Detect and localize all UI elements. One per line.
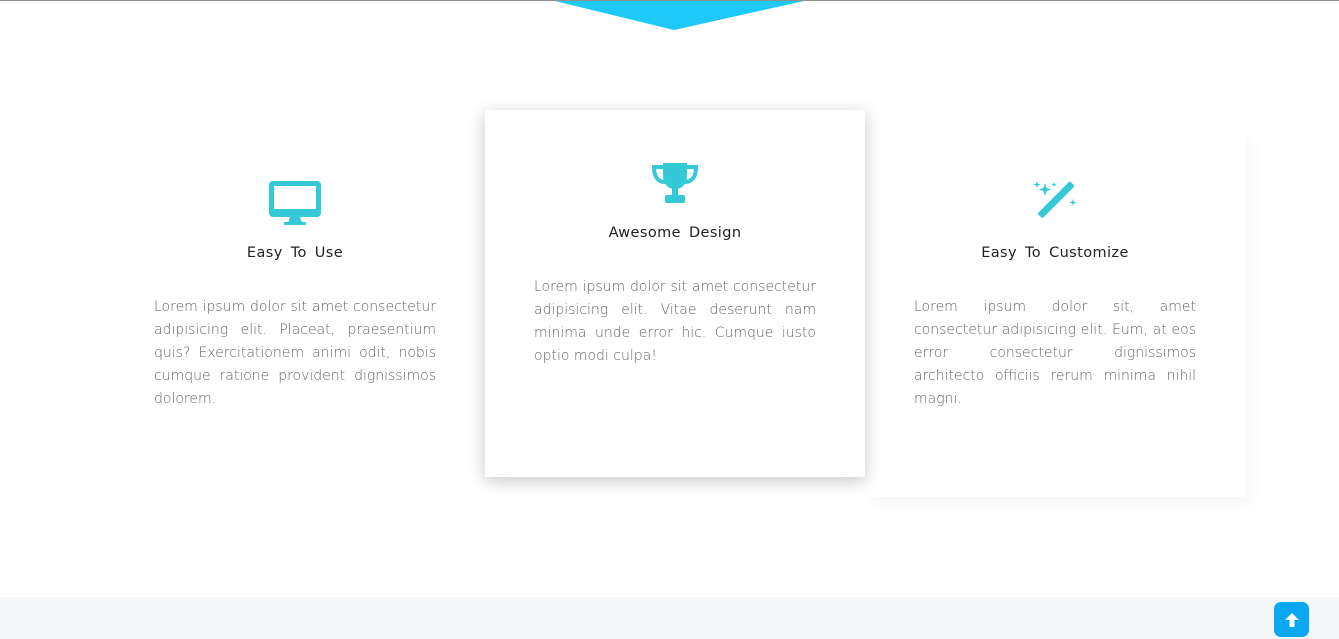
feature-description: Lorem ipsum dolor sit amet consectetur a… <box>534 279 816 364</box>
feature-card-easy-to-use: Easy To Use Lorem ipsum dolor sit amet c… <box>105 130 485 497</box>
feature-title: Awesome Design <box>608 225 742 241</box>
feature-card-awesome-design: Awesome Design Lorem ipsum dolor sit ame… <box>485 110 865 477</box>
feature-card-easy-to-customize: Easy To Customize Lorem ipsum dolor sit,… <box>865 130 1245 497</box>
feature-title: Easy To Customize <box>981 245 1129 261</box>
feature-title: Easy To Use <box>246 245 344 261</box>
page: Easy To Use Lorem ipsum dolor sit amet c… <box>0 0 1339 639</box>
magic-wand-icon <box>1027 178 1083 228</box>
footer <box>0 597 1339 639</box>
trophy-icon <box>647 158 703 208</box>
arrow-up-icon <box>1284 612 1299 627</box>
monitor-icon <box>267 178 323 228</box>
features-section: Easy To Use Lorem ipsum dolor sit amet c… <box>0 0 1339 597</box>
feature-description: Lorem ipsum dolor sit, amet consectetur … <box>914 299 1196 407</box>
feature-description: Lorem ipsum dolor sit amet consectetur a… <box>154 299 436 407</box>
back-to-top-button[interactable] <box>1274 602 1309 637</box>
